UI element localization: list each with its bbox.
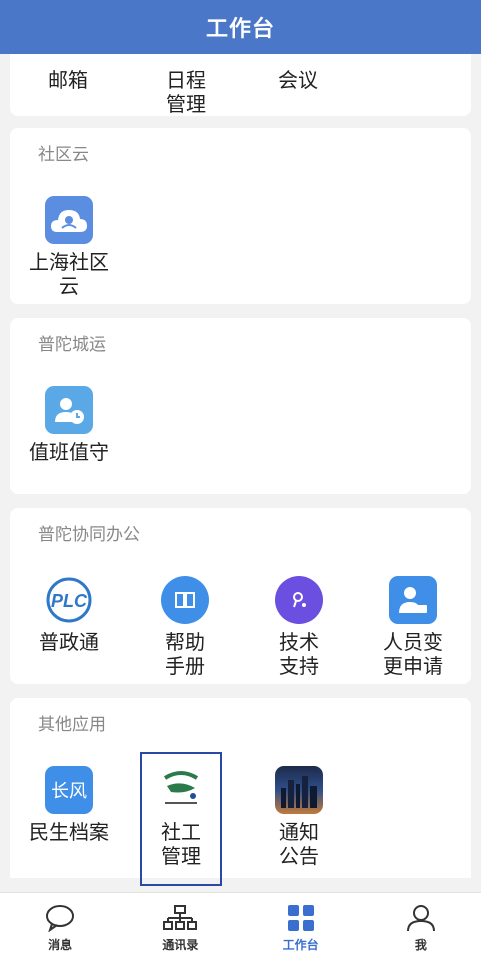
app-label: 值班值守 (29, 440, 109, 464)
app-label: 普政通 (39, 630, 99, 654)
app-puzhengtong[interactable]: PLC 普政通 (14, 576, 124, 654)
person-change-icon (389, 576, 437, 624)
top-shortcuts-card: 邮箱 日程 管理 会议 (10, 54, 471, 116)
app-label: 帮助 手册 (165, 630, 205, 678)
section-putuo-city-ops: 普陀城运 值班值守 (10, 318, 471, 494)
grid-icon (287, 905, 314, 931)
city-photo-icon (275, 766, 323, 814)
book-icon (161, 576, 209, 624)
tab-messages[interactable]: 消息 (0, 893, 120, 964)
tab-workbench[interactable]: 工作台 (241, 893, 361, 964)
tab-label: 我 (414, 938, 427, 952)
tab-label: 工作台 (282, 938, 319, 952)
app-label: 技术 支持 (279, 630, 319, 678)
app-label: 上海社区 云 (29, 250, 109, 298)
app-duty[interactable]: 值班值守 (14, 386, 124, 464)
changfeng-icon: 长风 (45, 766, 93, 814)
cloud-community-icon (45, 196, 93, 244)
tab-label: 通讯录 (162, 938, 199, 952)
bottom-tabbar: 消息 通讯录 工作台 我 (0, 892, 481, 964)
section-title: 社区云 (38, 145, 89, 165)
section-other-apps: 其他应用 长风 民生档案 社工 管理 通知 公告 (10, 698, 471, 886)
tab-me[interactable]: 我 (361, 893, 481, 964)
org-chart-icon (163, 905, 198, 930)
schedule-link[interactable]: 日程 管理 (146, 68, 226, 116)
tab-contacts[interactable]: 通讯录 (120, 893, 240, 964)
mailbox-link[interactable]: 邮箱 (28, 68, 108, 92)
chat-icon (46, 905, 75, 932)
changfeng-icon-text: 长风 (51, 781, 87, 802)
svg-text:PLC: PLC (51, 591, 88, 611)
app-help-manual[interactable]: 帮助 手册 (130, 576, 240, 678)
app-label: 社工 管理 (161, 820, 201, 868)
section-title: 普陀协同办公 (38, 525, 140, 545)
section-title: 普陀城运 (38, 335, 106, 355)
user-icon (406, 905, 435, 932)
app-header: 工作台 (0, 0, 481, 54)
app-livelihood-archive[interactable]: 长风 民生档案 (14, 766, 124, 844)
app-label: 通知 公告 (279, 820, 319, 868)
app-personnel-change[interactable]: 人员变 更申请 (358, 576, 468, 678)
app-label: 民生档案 (29, 820, 109, 844)
page-title: 工作台 (205, 17, 275, 42)
app-social-work[interactable]: 社工 管理 (140, 752, 222, 886)
app-label: 人员变 更申请 (383, 630, 443, 678)
section-putuo-collab: 普陀协同办公 PLC 普政通 帮助 手册 技术 支持 人员变 更申请 (10, 508, 471, 684)
app-shanghai-community-cloud[interactable]: 上海社区 云 (14, 196, 124, 298)
section-title: 其他应用 (38, 715, 106, 735)
tab-label: 消息 (48, 938, 73, 952)
person-clock-icon (45, 386, 93, 434)
social-work-logo-icon (157, 766, 205, 814)
app-notice[interactable]: 通知 公告 (244, 766, 354, 868)
section-community-cloud: 社区云 上海社区 云 (10, 128, 471, 304)
app-tech-support[interactable]: 技术 支持 (244, 576, 354, 678)
putuo-logo-icon: PLC (45, 576, 93, 624)
support-icon (275, 576, 323, 624)
meeting-link[interactable]: 会议 (258, 68, 338, 92)
